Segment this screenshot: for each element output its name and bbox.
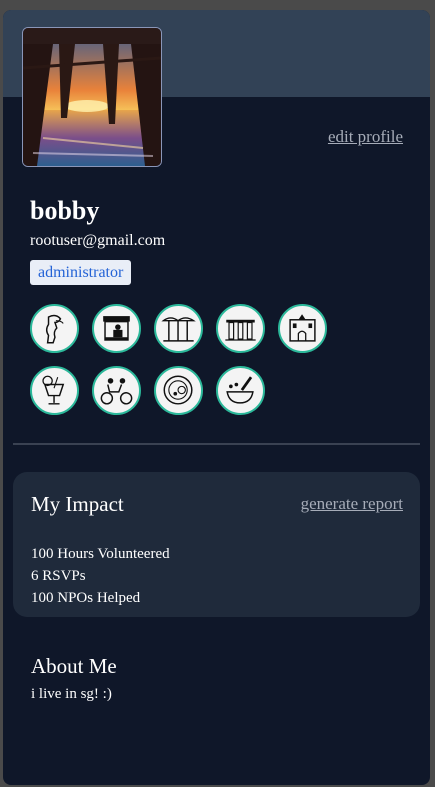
generate-report-link[interactable]: generate report xyxy=(301,494,403,514)
stat-hours: 100 Hours Volunteered xyxy=(31,546,170,562)
pier-sunset-photo xyxy=(23,28,161,166)
impact-title: My Impact xyxy=(31,492,124,516)
trishaw-icon[interactable] xyxy=(92,366,141,415)
about-text: i live in sg! :) xyxy=(31,686,112,702)
avatar xyxy=(22,27,162,167)
edit-profile-link[interactable]: edit profile xyxy=(328,127,403,147)
role-badge: administrator xyxy=(30,260,132,285)
stat-rsvps: 6 RSVPs xyxy=(31,568,86,584)
impact-panel: My Impact generate report 100 Hours Volu… xyxy=(13,472,420,617)
heritage-building-icon[interactable] xyxy=(278,304,327,353)
profile-email: rootuser@gmail.com xyxy=(30,232,166,249)
marina-bay-sands-icon[interactable] xyxy=(216,304,265,353)
hawker-stall-icon[interactable] xyxy=(92,304,141,353)
laksa-bowl-icon[interactable] xyxy=(154,366,203,415)
stat-npos: 100 NPOs Helped xyxy=(31,590,141,606)
supertrees-icon[interactable] xyxy=(154,304,203,353)
mortar-pestle-icon[interactable] xyxy=(216,366,265,415)
cocktail-icon[interactable] xyxy=(30,366,79,415)
section-divider xyxy=(13,443,420,445)
about-title: About Me xyxy=(31,654,117,678)
profile-name: bobby xyxy=(30,196,100,225)
merlion-icon[interactable] xyxy=(30,304,79,353)
profile-card: edit profile bobby rootuser@gmail.com ad… xyxy=(3,10,430,785)
